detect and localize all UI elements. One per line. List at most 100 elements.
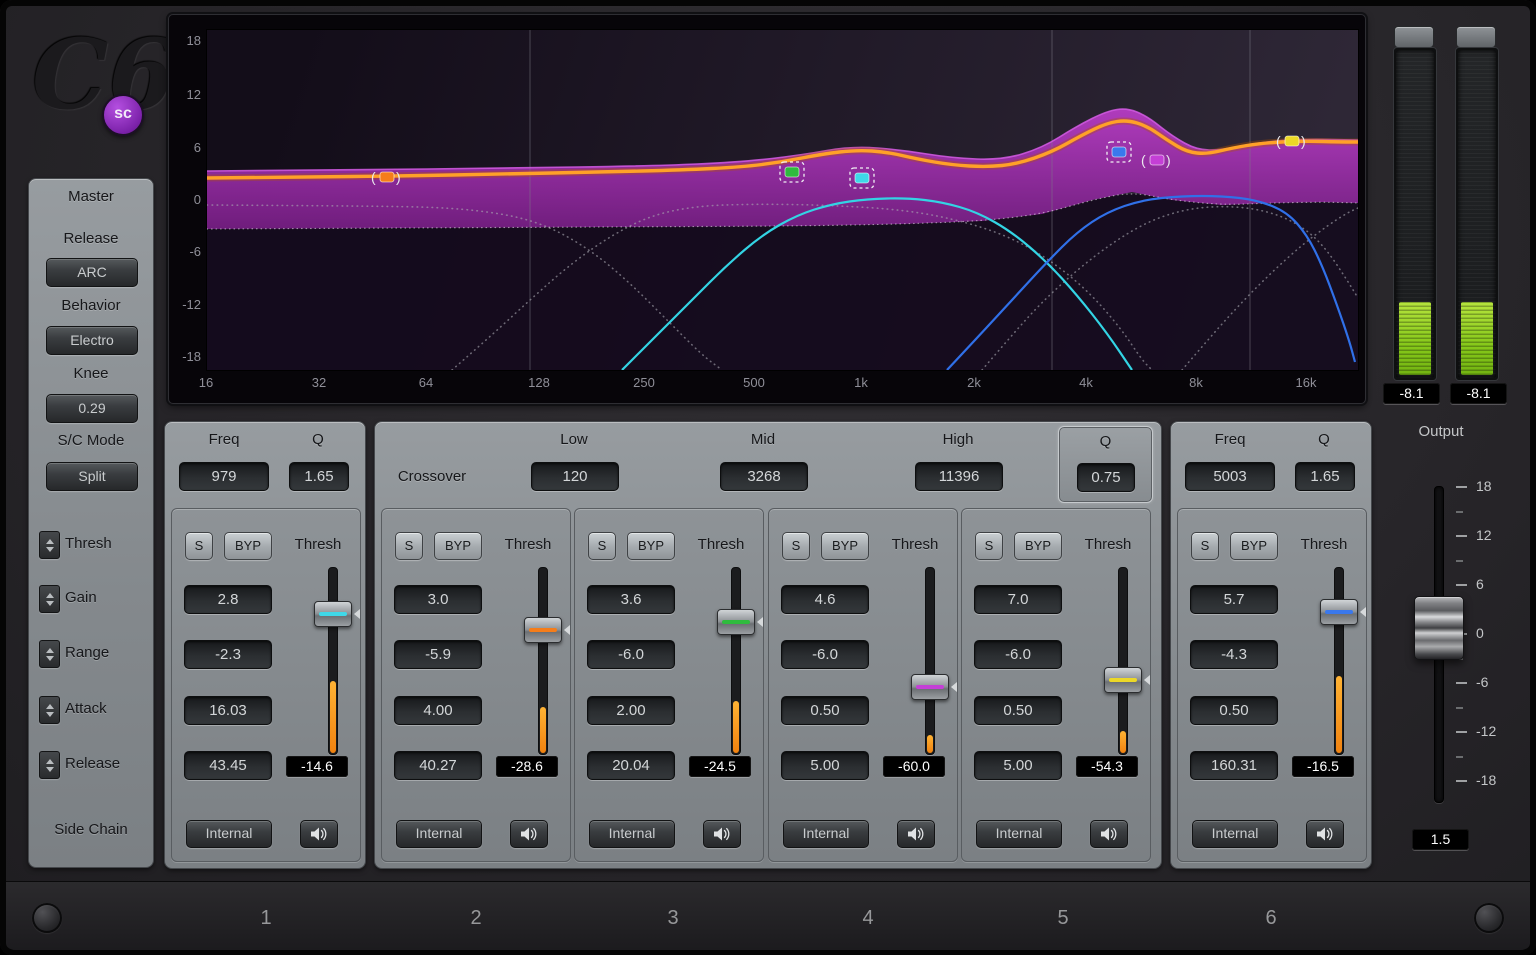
band-4-solo-button[interactable]: S	[782, 532, 810, 560]
master-behavior-button[interactable]: Electro	[46, 326, 138, 355]
band-5-thresh-slider[interactable]	[1104, 667, 1142, 693]
band-3-release-display[interactable]: 20.04	[587, 751, 675, 780]
crossover-low-display[interactable]: 120	[531, 462, 619, 491]
band-4-sidechain-source-button[interactable]: Internal	[783, 820, 869, 848]
master-attack-link-spinner[interactable]	[39, 696, 60, 724]
output-fader-thumb[interactable]	[1414, 596, 1464, 660]
band-2-attack-display[interactable]: 4.00	[394, 696, 482, 725]
band-1-q-display[interactable]: 1.65	[289, 462, 349, 491]
spinner-up-arrow-icon	[46, 648, 54, 653]
band-5-bypass-button[interactable]: BYP	[1014, 532, 1062, 560]
band-3-gain-reduction-meter	[733, 701, 739, 753]
band-5-audition-button[interactable]	[1090, 820, 1128, 848]
band-4-release-display[interactable]: 5.00	[781, 751, 869, 780]
band-6-sidechain-source-button[interactable]: Internal	[1192, 820, 1278, 848]
band-6-q-display[interactable]: 1.65	[1295, 462, 1355, 491]
band-6-audition-button[interactable]	[1306, 820, 1344, 848]
band-5-solo-button[interactable]: S	[975, 532, 1003, 560]
band-6-graph-marker[interactable]	[1112, 147, 1126, 157]
band-3-graph-marker[interactable]	[785, 167, 799, 177]
band-3-gain-display[interactable]: 3.6	[587, 585, 675, 614]
band-3-bypass-button[interactable]: BYP	[627, 532, 675, 560]
band-6-attack-display[interactable]: 0.50	[1190, 696, 1278, 725]
band-6-range-display[interactable]: -4.3	[1190, 640, 1278, 669]
graph-y-tick-6: 6	[171, 139, 201, 157]
band-3-sidechain-source-button[interactable]: Internal	[589, 820, 675, 848]
band-4-graph-marker[interactable]	[1150, 155, 1164, 165]
band-5-gain-display[interactable]: 7.0	[974, 585, 1062, 614]
band-5-release-display[interactable]: 5.00	[974, 751, 1062, 780]
band-2-thresh-slider-track[interactable]	[538, 567, 548, 755]
band-5-graph-marker[interactable]	[1285, 136, 1299, 146]
band-4-bypass-button[interactable]: BYP	[821, 532, 869, 560]
band-1-audition-button[interactable]	[300, 820, 338, 848]
band-5-attack-display[interactable]: 0.50	[974, 696, 1062, 725]
output-fader: 181260-6-12-18	[1404, 478, 1524, 813]
band-5-thresh-slider-track[interactable]	[1118, 567, 1128, 755]
band-6-bypass-button[interactable]: BYP	[1230, 532, 1278, 560]
band-4-audition-button[interactable]	[897, 820, 935, 848]
band-3-audition-button[interactable]	[703, 820, 741, 848]
band-4-range-display[interactable]: -6.0	[781, 640, 869, 669]
band-2-range-display[interactable]: -5.9	[394, 640, 482, 669]
band-1-sidechain-source-button[interactable]: Internal	[186, 820, 272, 848]
band-2-release-display[interactable]: 40.27	[394, 751, 482, 780]
band-1-solo-button[interactable]: S	[185, 532, 213, 560]
band-1-release-display[interactable]: 43.45	[184, 751, 272, 780]
band-3-range-display[interactable]: -6.0	[587, 640, 675, 669]
band-2-graph-marker[interactable]	[380, 172, 394, 182]
band-2-audition-button[interactable]	[510, 820, 548, 848]
band-1-gain-display[interactable]: 2.8	[184, 585, 272, 614]
master-knee-button[interactable]: 0.29	[46, 394, 138, 423]
master-release-link-spinner[interactable]	[39, 751, 60, 779]
band-4-thresh-slider[interactable]	[911, 674, 949, 700]
band-1-range-display[interactable]: -2.3	[184, 640, 272, 669]
graph-y-tick-0: 0	[171, 191, 201, 209]
crossover-high-display[interactable]: 11396	[915, 462, 1003, 491]
band-6-freq-display[interactable]: 5003	[1185, 462, 1275, 491]
band-1-thresh-slider-track[interactable]	[328, 567, 338, 755]
band-2-sidechain-source-button[interactable]: Internal	[396, 820, 482, 848]
frequency-response-plot[interactable]: ()()()	[206, 29, 1359, 371]
band-6-panel: Freq Q 5003 1.65 SBYPThresh5.7-4.30.5016…	[1170, 421, 1372, 869]
band-6-thresh-slider[interactable]	[1320, 599, 1358, 625]
master-range-link-spinner[interactable]	[39, 640, 60, 668]
band-1-freq-display[interactable]: 979	[179, 462, 269, 491]
master-thresh-link-spinner[interactable]	[39, 531, 60, 559]
band-2-solo-button[interactable]: S	[395, 532, 423, 560]
band-4-gain-display[interactable]: 4.6	[781, 585, 869, 614]
band-3-attack-display[interactable]: 2.00	[587, 696, 675, 725]
band-2-gain-display[interactable]: 3.0	[394, 585, 482, 614]
band-5-gain-reduction-meter	[1120, 731, 1126, 753]
frequency-graph-svg: ()()()	[207, 30, 1358, 370]
crossover-q-display[interactable]: 0.75	[1077, 463, 1135, 492]
band-4-thresh-slider-track[interactable]	[925, 567, 935, 755]
band-5-thresh-label: Thresh	[1068, 536, 1148, 553]
band-6-solo-button[interactable]: S	[1191, 532, 1219, 560]
band-1-attack-display[interactable]: 16.03	[184, 696, 272, 725]
band-1-graph-marker[interactable]	[855, 173, 869, 183]
output-meter-left-level	[1399, 302, 1431, 375]
band-6-thresh-slider-track[interactable]	[1334, 567, 1344, 755]
band-3-thresh-label: Thresh	[681, 536, 761, 553]
band-5-thresh-slider-stripe	[1109, 678, 1137, 682]
band-3-solo-button[interactable]: S	[588, 532, 616, 560]
band-5-sidechain-source-button[interactable]: Internal	[976, 820, 1062, 848]
band-6-q-label: Q	[1295, 431, 1353, 448]
band-3-thresh-slider[interactable]	[717, 609, 755, 635]
band-2-bypass-button[interactable]: BYP	[434, 532, 482, 560]
band-1-thresh-slider[interactable]	[314, 601, 352, 627]
master-gain-link-spinner[interactable]	[39, 585, 60, 613]
band-4-marker-paren: (	[1141, 152, 1146, 168]
band-5-range-display[interactable]: -6.0	[974, 640, 1062, 669]
band-2-thresh-slider[interactable]	[524, 617, 562, 643]
master-release-button[interactable]: ARC	[46, 258, 138, 287]
band-4-attack-display[interactable]: 0.50	[781, 696, 869, 725]
band-1-bypass-button[interactable]: BYP	[224, 532, 272, 560]
band-3-controls: SBYPThresh3.6-6.02.0020.04-24.5Internal	[574, 508, 764, 862]
band-3-thresh-slider-track[interactable]	[731, 567, 741, 755]
band-6-release-display[interactable]: 160.31	[1190, 751, 1278, 780]
master-sc-mode-button[interactable]: Split	[46, 462, 138, 491]
crossover-mid-display[interactable]: 3268	[720, 462, 808, 491]
band-6-gain-display[interactable]: 5.7	[1190, 585, 1278, 614]
